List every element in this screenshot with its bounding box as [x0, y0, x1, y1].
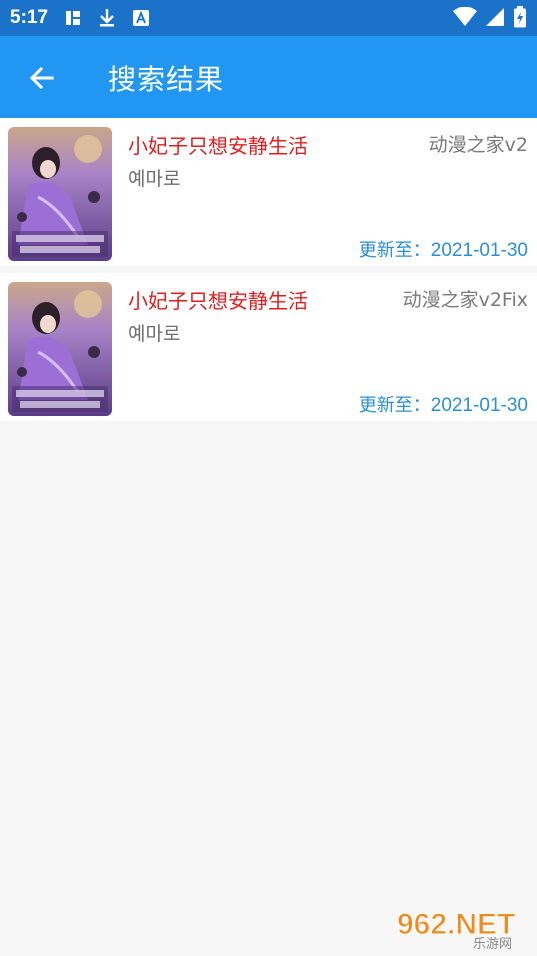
- results-list: 小妃子只想安静生活 动漫之家v2 예마로 更新至：2021-01-30 小妃子只…: [0, 118, 537, 428]
- updated-label: 更新至：: [358, 240, 431, 261]
- battery-icon: [513, 6, 527, 32]
- updated-date: 2021-01-30: [430, 395, 528, 416]
- wifi-icon: [453, 6, 477, 31]
- result-author: 예마로: [128, 168, 181, 190]
- result-title: 小妃子只想安静生活: [128, 289, 308, 313]
- result-title: 小妃子只想安静生活: [128, 134, 308, 158]
- status-bar: 5:17: [0, 0, 537, 36]
- page-title: 搜索结果: [108, 63, 225, 96]
- app-bar: 搜索结果: [0, 36, 537, 118]
- result-updated: 更新至：2021-01-30: [359, 391, 528, 417]
- comic-cover-image: [8, 282, 112, 416]
- result-source: 动漫之家v2Fix: [402, 289, 528, 311]
- sim-card-icon: [64, 9, 82, 27]
- result-updated: 更新至：2021-01-30: [359, 236, 528, 262]
- result-item[interactable]: 小妃子只想安静生活 动漫之家v2Fix 예마로 更新至：2021-01-30: [0, 273, 537, 421]
- comic-cover-image: [8, 127, 112, 261]
- site-watermark-logo: 962.NET 乐游网: [397, 906, 529, 953]
- status-time: 5:17: [10, 7, 49, 28]
- download-icon: [98, 8, 116, 28]
- arrow-left-icon: [29, 66, 54, 90]
- back-button[interactable]: [26, 62, 58, 94]
- cell-signal-icon: [485, 7, 505, 31]
- watermark-sub: 乐游网: [473, 937, 512, 950]
- result-source: 动漫之家v2: [428, 134, 528, 156]
- updated-label: 更新至：: [358, 395, 431, 416]
- font-a-icon: [132, 9, 150, 27]
- updated-date: 2021-01-30: [430, 240, 528, 261]
- result-author: 예마로: [128, 323, 181, 345]
- result-item[interactable]: 小妃子只想安静生活 动漫之家v2 예마로 更新至：2021-01-30: [0, 118, 537, 266]
